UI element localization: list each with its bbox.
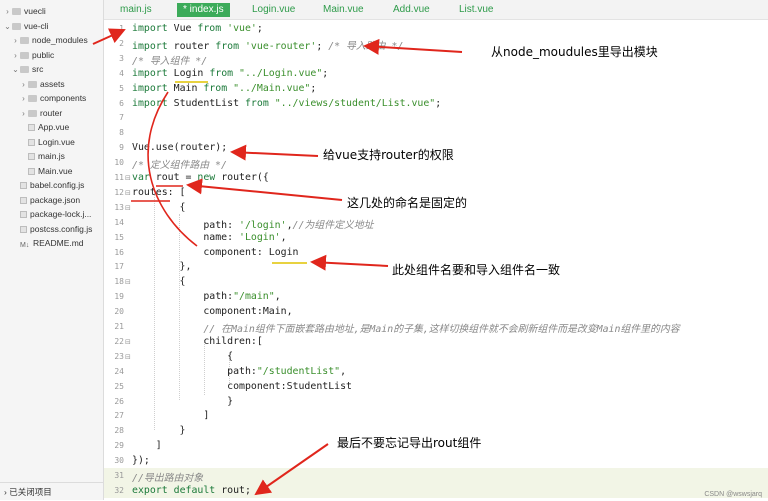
annotation-node-modules: 从node_moudules里导出模块 xyxy=(491,45,658,59)
curve-fixed-names xyxy=(147,91,198,247)
arrow-export xyxy=(254,443,329,496)
annotation-arrows xyxy=(92,28,463,496)
annotation-component-name: 此处组件名要和导入组件名一致 xyxy=(392,263,561,277)
arrow-component-name xyxy=(310,254,389,271)
arrow-to-vue-use xyxy=(230,144,319,161)
annotation-fixed-names: 这几处的命名是固定的 xyxy=(347,196,468,210)
annotation-export-rout: 最后不要忘记导出rout组件 xyxy=(337,436,482,450)
arrow-from-node-modules xyxy=(92,28,126,45)
annotation-router-permission: 给vue支持router的权限 xyxy=(323,148,454,162)
arrow-to-node-modules xyxy=(363,38,463,55)
watermark: CSDN @wswsjarq xyxy=(704,491,762,498)
arrow-fixed-names xyxy=(186,178,343,201)
